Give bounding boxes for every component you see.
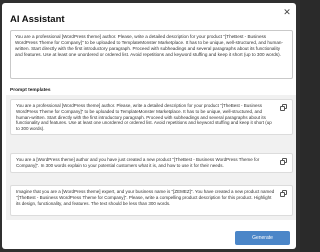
generate-button[interactable]: Generate: [235, 231, 290, 245]
copy-icon[interactable]: [280, 158, 287, 165]
copy-icon[interactable]: [280, 190, 287, 197]
copy-icon[interactable]: [280, 104, 287, 111]
ai-assistant-dialog: ✕ AI Assistant You are a professional [W…: [2, 3, 296, 249]
close-icon[interactable]: ✕: [282, 7, 292, 17]
template-text: You are a [WordPress theme] author and y…: [16, 157, 260, 168]
template-text: You are a professional [WordPress theme]…: [16, 103, 272, 132]
prompt-textarea[interactable]: You are a professional [WordPress theme]…: [10, 30, 293, 79]
prompt-template-card[interactable]: You are a [WordPress theme] author and y…: [10, 153, 293, 173]
prompt-template-card[interactable]: You are a professional [WordPress theme]…: [10, 99, 293, 135]
template-text: Imagine that you are a [WordPress theme]…: [16, 189, 275, 206]
prompt-templates-list: You are a professional [WordPress theme]…: [6, 95, 296, 220]
templates-label: Prompt templates: [10, 88, 51, 93]
prompt-template-card[interactable]: Imagine that you are a [WordPress theme]…: [10, 185, 293, 216]
dialog-title: AI Assistant: [10, 14, 65, 25]
